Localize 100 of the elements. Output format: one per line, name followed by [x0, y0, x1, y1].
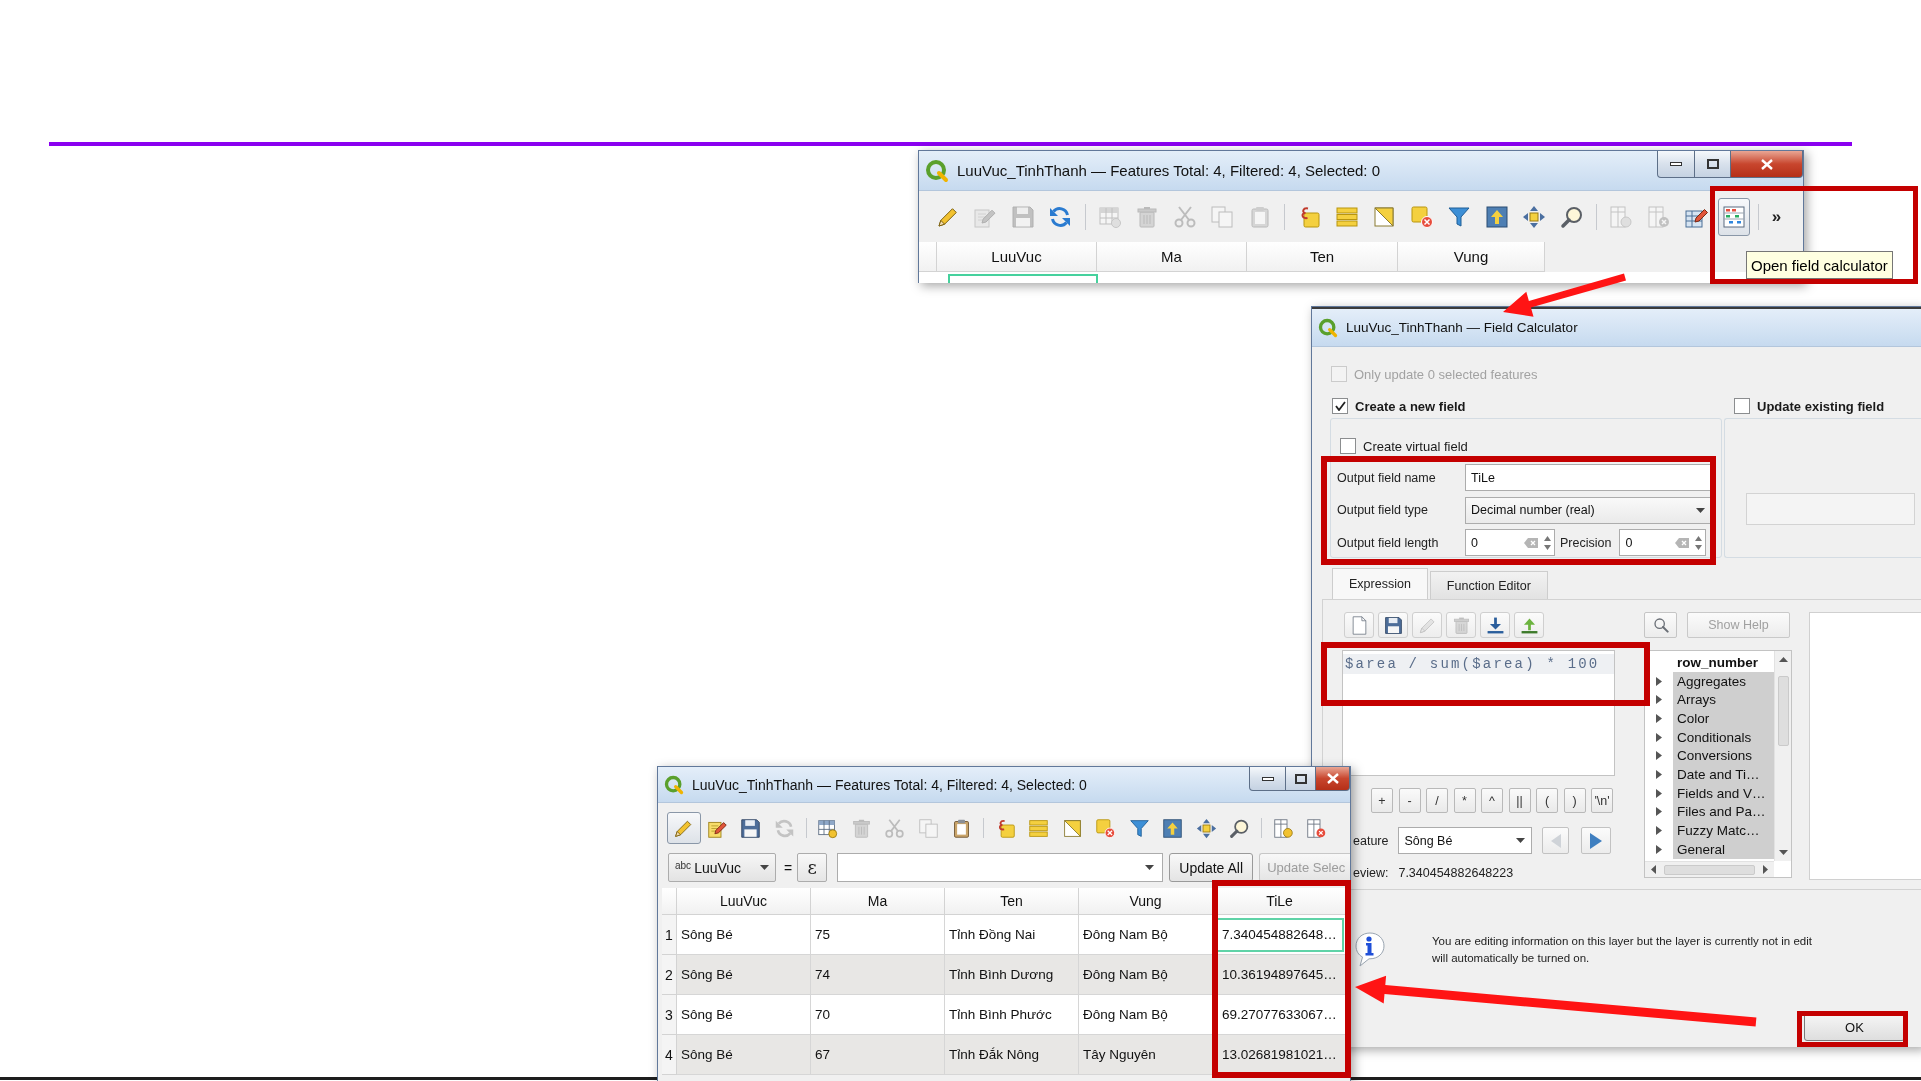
checkmark-icon	[1334, 401, 1346, 411]
tab[interactable]: Function Editor	[1429, 571, 1548, 599]
focused-cell[interactable]	[948, 274, 1098, 283]
tooltip: Open field calculator	[1746, 251, 1893, 279]
expression-input[interactable]	[837, 853, 1164, 882]
tree-item[interactable]: Arrays	[1673, 690, 1774, 710]
toolbar-button[interactable]	[667, 812, 701, 844]
column-header[interactable]: LuuVuc	[677, 888, 811, 915]
app-logo-icon	[1318, 317, 1338, 338]
scroll-left-icon	[1651, 865, 1656, 874]
header-corner	[919, 242, 937, 272]
minimize-button[interactable]	[1249, 767, 1286, 791]
field-dropdown[interactable]: abc LuuVuc	[668, 853, 776, 882]
column-header[interactable]: LuuVuc	[937, 242, 1097, 272]
tree-item[interactable]: Color	[1673, 709, 1774, 728]
scroll-thumb[interactable]	[1664, 864, 1755, 875]
vertical-scrollbar[interactable]	[1774, 651, 1791, 861]
column-header[interactable]: Ten	[1247, 242, 1398, 272]
operator-button[interactable]: -	[1398, 788, 1421, 813]
operator-button[interactable]: ||	[1508, 788, 1531, 813]
column-header[interactable]: Ma	[1097, 242, 1247, 272]
toolbar-button[interactable]	[1717, 197, 1750, 236]
info-message: You are editing information on this layer but the layer is currently not in edit will automatically be turned on.	[1432, 933, 1812, 966]
row-number[interactable]: 3	[662, 995, 677, 1035]
toolbar-button[interactable]	[1514, 612, 1544, 638]
maximize-button[interactable]	[1286, 767, 1316, 791]
update-all-button[interactable]: Update All	[1169, 853, 1254, 882]
horizontal-scrollbar[interactable]	[1645, 861, 1774, 877]
operator-button[interactable]: '\n'	[1591, 788, 1613, 813]
scroll-down-icon	[1778, 850, 1788, 855]
tree-item[interactable]: Conversions	[1673, 746, 1774, 766]
pencil-icon	[673, 817, 695, 839]
operator-button[interactable]: ^	[1481, 788, 1503, 813]
dropdown[interactable]: Decimal number (real)	[1465, 496, 1712, 524]
search-button[interactable]	[1644, 612, 1677, 638]
spin-box[interactable]: 0	[1619, 529, 1707, 556]
caret-down-icon	[760, 865, 769, 870]
row-number[interactable]: 2	[662, 955, 677, 995]
operator-button[interactable]: /	[1426, 788, 1448, 813]
table-cell: Sông Bé	[677, 1035, 811, 1075]
maximize-button[interactable]	[1695, 151, 1731, 178]
overflow-button[interactable]: »	[1764, 201, 1789, 232]
trash-icon	[1135, 204, 1160, 229]
operator-button[interactable]: )	[1563, 788, 1586, 813]
refresh-icon	[773, 817, 795, 839]
close-button[interactable]	[1316, 767, 1350, 791]
checkbox[interactable]	[1340, 438, 1356, 454]
caret-down-icon	[1145, 865, 1155, 870]
operator-button[interactable]: (	[1536, 788, 1558, 813]
maximize-icon	[1706, 159, 1719, 169]
expression-button[interactable]: ε	[797, 853, 828, 882]
toolbar-button[interactable]	[1378, 612, 1408, 638]
column-header[interactable]: Vung	[1079, 888, 1213, 915]
text-input[interactable]: TiLe	[1465, 464, 1712, 491]
app-logo-icon	[925, 158, 949, 183]
field-label: eview:	[1353, 866, 1389, 880]
checkbox[interactable]	[1734, 398, 1750, 414]
close-icon	[1326, 773, 1339, 784]
column-plus-icon	[1609, 204, 1634, 229]
next-button[interactable]	[1581, 827, 1612, 854]
dropdown[interactable]: Sông Bé	[1398, 827, 1533, 854]
scroll-up-icon	[1778, 657, 1788, 662]
column-header[interactable]: Ten	[945, 888, 1079, 915]
close-button[interactable]	[1731, 151, 1803, 178]
scroll-right-icon	[1763, 865, 1768, 874]
window-title: LuuVuc_TinhThanh — Field Calculator	[1346, 320, 1578, 335]
scroll-thumb[interactable]	[1777, 676, 1789, 746]
checkbox[interactable]	[1332, 398, 1348, 414]
row-number[interactable]: 4	[662, 1035, 677, 1075]
triangle-right-icon	[1590, 832, 1603, 849]
operator-button[interactable]: *	[1453, 788, 1476, 813]
row-number[interactable]: 1	[662, 915, 677, 955]
copy-icon	[917, 817, 939, 839]
filter-icon	[1128, 817, 1150, 839]
tab[interactable]: Expression	[1332, 568, 1428, 599]
triangle-left-icon	[1550, 833, 1561, 848]
tree-item[interactable]: Fuzzy Matc…	[1673, 821, 1774, 840]
field-label: Output field length	[1337, 535, 1440, 550]
table-plus-icon	[817, 817, 839, 839]
tree-item[interactable]: Aggregates	[1673, 671, 1774, 691]
column-header[interactable]: Ma	[811, 888, 945, 915]
zoom-icon	[1559, 204, 1584, 229]
minimize-button[interactable]	[1657, 151, 1695, 178]
window-title: LuuVuc_TinhThanh — Features Total: 4, Filtered: 4, Selected: 0	[692, 776, 1087, 793]
square-cross-icon	[1409, 204, 1434, 229]
checkbox-label: Only update 0 selected features	[1354, 366, 1538, 382]
abacus-icon	[1721, 204, 1746, 229]
expression-editor[interactable]: $area / sum($area) * 100	[1342, 650, 1615, 776]
tree-item[interactable]: Date and Ti…	[1673, 765, 1774, 784]
field-label: Output field name	[1337, 470, 1437, 485]
spin-box[interactable]: 0	[1465, 529, 1555, 556]
toolbar-button[interactable]	[1480, 612, 1510, 638]
equals-sign: =	[784, 859, 793, 876]
spin-arrows-icon	[1544, 535, 1551, 550]
column-header[interactable]: Vung	[1398, 242, 1545, 272]
search-icon	[1652, 617, 1669, 633]
stacked-bars-icon	[1334, 204, 1359, 229]
operator-button[interactable]: +	[1371, 788, 1393, 813]
tree-item[interactable]: row_number	[1673, 653, 1774, 672]
minimize-icon	[1670, 162, 1682, 166]
